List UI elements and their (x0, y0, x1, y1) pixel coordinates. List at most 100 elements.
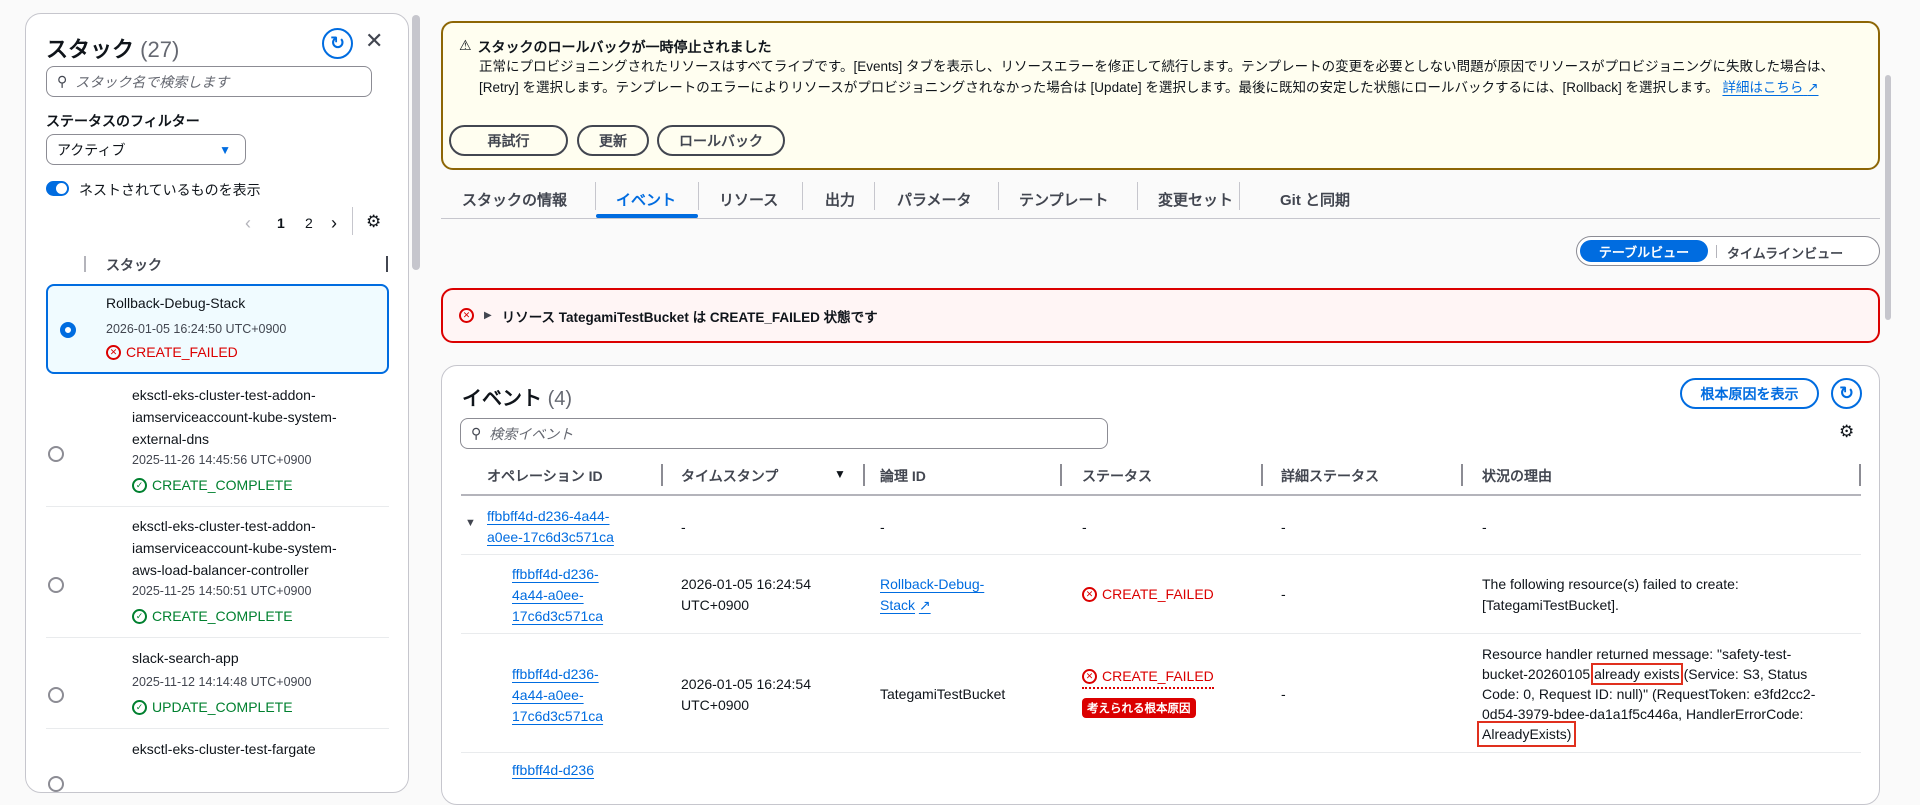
timestamp: 2026-01-05 16:24:54 UTC+0900 (681, 676, 811, 713)
update-button[interactable]: 更新 (577, 125, 649, 156)
stack-date: 2026-01-05 16:24:50 UTC+0900 (106, 322, 287, 336)
error-icon: ✕ (1082, 669, 1097, 684)
stack-status: ✕ CREATE_FAILED (106, 344, 238, 360)
stack-search-input[interactable]: ⚲ スタック名で検索します (46, 66, 372, 97)
sidebar-scrollbar[interactable] (412, 15, 420, 270)
stack-column-header: スタック (106, 257, 162, 273)
timeline-view-button[interactable]: タイムラインビュー (1727, 243, 1843, 262)
highlight-box: already exists (1591, 663, 1683, 685)
page-2[interactable]: 2 (305, 215, 313, 231)
error-icon: ✕ (106, 344, 121, 360)
radio[interactable] (48, 687, 64, 703)
stack-date: 2025-11-12 14:14:48 UTC+0900 (132, 675, 312, 689)
tab-git-sync[interactable]: Git と同期 (1280, 182, 1350, 216)
detailed-status: - (1281, 686, 1286, 702)
sidebar-title: スタック (27) (46, 37, 180, 62)
external-link-icon: ↗ (1807, 79, 1819, 95)
page-1[interactable]: 1 (277, 215, 285, 231)
warning-icon: ⚠ (459, 37, 472, 53)
learn-more-link[interactable]: 詳細はこちら ↗ (1722, 80, 1818, 95)
divider (352, 207, 353, 235)
operation-id-link[interactable]: ffbbff4d-d236-4a44-a0ee-17c6d3c571ca (512, 664, 617, 727)
settings-icon[interactable]: ⚙ (366, 212, 381, 232)
prev-page-icon[interactable]: ‹ (245, 213, 251, 234)
cell: - (1482, 519, 1487, 535)
tab-resources[interactable]: リソース (719, 182, 778, 216)
cell: - (1281, 519, 1286, 535)
error-icon: ✕ (459, 308, 474, 323)
success-icon: ✓ (132, 608, 147, 624)
radio-selected[interactable] (60, 322, 76, 338)
collapse-caret-icon[interactable]: ▼ (465, 517, 476, 529)
refresh-icon: ↻ (329, 33, 346, 53)
status-filter-select[interactable]: アクティブ ▼ (46, 134, 246, 165)
rollback-paused-alert: ⚠ スタックのロールバックが一時停止されました 正常にプロビジョニングされたリソー… (441, 21, 1880, 170)
tab-change-sets[interactable]: 変更セット (1158, 182, 1233, 216)
status-reason: The following resource(s) failed to crea… (1482, 576, 1739, 613)
retry-button[interactable]: 再試行 (449, 125, 568, 156)
cell: - (880, 519, 885, 535)
stack-name: eksctl-eks-cluster-test-fargate (132, 741, 316, 757)
logical-id-link[interactable]: Rollback-Debug-Stack ↗ (880, 574, 1000, 616)
expand-caret-icon[interactable]: ▶ (484, 310, 492, 321)
status: ✕ CREATE_FAILED (1082, 584, 1214, 605)
radio[interactable] (48, 446, 64, 462)
column-header-operation-id: オペレーション ID (487, 468, 603, 484)
radio[interactable] (48, 776, 64, 792)
resource-error-banner[interactable]: ✕ ▶ リソース TategamiTestBucket は CREATE_FAI… (441, 288, 1880, 343)
divider (386, 256, 388, 272)
filter-label: ステータスのフィルター (46, 113, 200, 129)
tab-parameters[interactable]: パラメータ (897, 182, 972, 216)
divider (46, 506, 389, 507)
tab-outputs[interactable]: 出力 (825, 182, 855, 216)
tab-stack-info[interactable]: スタックの情報 (462, 182, 567, 216)
cell: - (1082, 519, 1087, 535)
stack-row-selected[interactable]: Rollback-Debug-Stack 2026-01-05 16:24:50… (46, 284, 389, 374)
search-icon: ⚲ (57, 73, 68, 89)
refresh-button[interactable]: ↻ (322, 28, 353, 59)
tab-events[interactable]: イベント (616, 182, 676, 216)
cell: - (681, 519, 686, 535)
alert-header: ⚠ スタックのロールバックが一時停止されました (459, 37, 772, 55)
nested-toggle-label: ネストされているものを表示 (79, 182, 261, 198)
column-header-logical-id: 論理 ID (880, 468, 926, 484)
stack-name: eksctl-eks-cluster-test-addon-iamservice… (132, 518, 337, 578)
tab-template[interactable]: テンプレート (1019, 182, 1109, 216)
event-search-input[interactable]: ⚲ 検索イベント (460, 418, 1108, 449)
external-link-icon: ↗ (918, 597, 931, 613)
operation-id-link[interactable]: ffbbff4d-d236-4a44-a0ee-17c6d3c571ca (487, 506, 627, 548)
next-page-icon[interactable]: › (331, 213, 337, 234)
timestamp: 2026-01-05 16:24:54 UTC+0900 (681, 576, 811, 613)
probable-root-cause-badge: 考えられる根本原因 (1082, 698, 1196, 718)
page-scrollbar[interactable] (1885, 75, 1891, 320)
stack-date: 2025-11-26 14:45:56 UTC+0900 (132, 453, 312, 467)
highlight-box: AlreadyExists) (1476, 721, 1577, 747)
error-icon: ✕ (1082, 587, 1097, 602)
detailed-status: - (1281, 586, 1286, 602)
events-refresh-button[interactable]: ↻ (1831, 378, 1862, 409)
radio[interactable] (48, 577, 64, 593)
operation-id-link[interactable]: ffbbff4d-d236-4a44-a0ee-17c6d3c571ca (512, 564, 617, 627)
stack-status: ✓ UPDATE_COMPLETE (132, 699, 293, 715)
divider (46, 637, 389, 638)
stack-name: slack-search-app (132, 650, 239, 666)
table-settings-icon[interactable]: ⚙ (1839, 422, 1854, 442)
operation-id-link[interactable]: ffbbff4d-d236 (512, 760, 594, 781)
search-icon: ⚲ (471, 425, 482, 441)
rollback-button[interactable]: ロールバック (657, 125, 785, 156)
divider (441, 218, 1880, 219)
status-reason: Resource handler returned message: "safe… (1476, 646, 1816, 747)
show-root-cause-button[interactable]: 根本原因を表示 (1680, 378, 1819, 409)
stack-status: ✓ CREATE_COMPLETE (132, 477, 293, 493)
nested-toggle[interactable] (46, 181, 69, 196)
status: ✕ CREATE_FAILED (1082, 666, 1214, 689)
success-icon: ✓ (132, 477, 147, 493)
stacks-sidebar: スタック (27) ↻ ✕ ⚲ スタック名で検索します ステータスのフィルター ア… (25, 13, 409, 793)
stack-date: 2025-11-25 14:50:51 UTC+0900 (132, 584, 312, 598)
close-icon[interactable]: ✕ (365, 28, 383, 54)
sort-desc-icon[interactable]: ▼ (834, 467, 846, 481)
view-toggle: テーブルビュー タイムラインビュー (1576, 236, 1880, 266)
table-view-button[interactable]: テーブルビュー (1580, 240, 1708, 262)
column-header-status-reason: 状況の理由 (1482, 468, 1552, 484)
column-header-timestamp[interactable]: タイムスタンプ (681, 466, 778, 486)
